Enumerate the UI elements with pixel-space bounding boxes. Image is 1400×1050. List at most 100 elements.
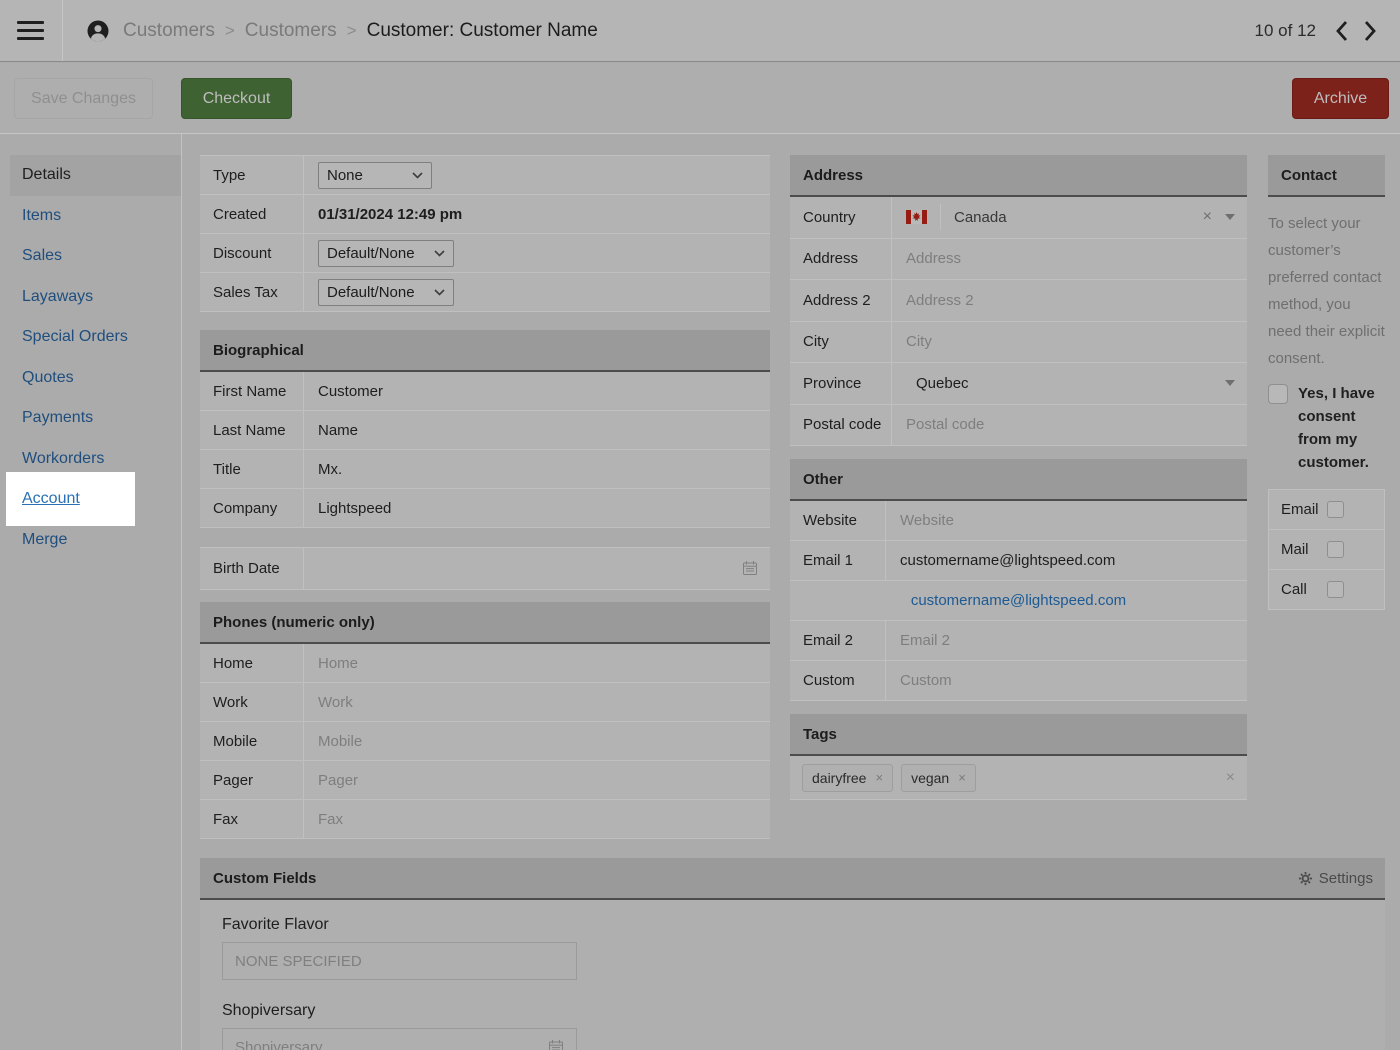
table-row-pager: Pager Pager [200,761,770,800]
email-2-label: Email 2 [790,621,886,660]
table-row-mobile: Mobile Mobile [200,722,770,761]
table-row-city: City City [790,322,1247,364]
email-link[interactable]: customername@lightspeed.com [911,592,1126,609]
phones-header: Phones (numeric only) [200,602,770,644]
table-row-email-1: Email 1 customername@lightspeed.com [790,541,1247,581]
action-bar: Save Changes Checkout Archive [0,63,1400,134]
sidebar-item-items[interactable]: Items [0,196,181,237]
tags-section: Tags dairyfree × vegan × × [790,714,1247,800]
birth-date-field[interactable] [304,560,770,576]
province-label: Province [790,363,892,404]
table-row-created: Created 01/31/2024 12:49 pm [200,195,770,234]
sidebar-item-details[interactable]: Details [10,155,181,196]
topbar-divider [62,0,63,61]
checkout-button[interactable]: Checkout [181,78,292,119]
last-name-field[interactable]: Name [304,422,770,439]
breadcrumb-customers[interactable]: Customers [123,20,215,42]
contact-methods-table: Email Mail Call [1268,489,1385,610]
breadcrumb-separator: > [225,21,235,41]
breadcrumb-current: Customer: Customer Name [367,20,598,42]
type-select[interactable]: None [318,162,432,189]
work-label: Work [200,683,304,721]
email-1-field[interactable]: customername@lightspeed.com [886,552,1247,569]
custom-fields-header: Custom Fields [213,870,316,887]
province-dropdown-icon[interactable] [1225,380,1235,386]
work-phone-field[interactable]: Work [304,694,770,711]
calendar-icon[interactable] [548,1039,564,1050]
other-header: Other [790,459,1247,501]
table-row-postal-code: Postal code Postal code [790,405,1247,447]
sidebar-item-special-orders[interactable]: Special Orders [0,317,181,358]
customer-avatar-icon [87,20,109,42]
archive-button[interactable]: Archive [1292,78,1389,119]
title-field[interactable]: Mx. [304,461,770,478]
custom-field[interactable]: Custom [886,672,1247,689]
sidebar-item-quotes[interactable]: Quotes [0,358,181,399]
sidebar-item-payments[interactable]: Payments [0,398,181,439]
remove-tag-icon[interactable]: × [875,770,883,785]
sidebar-item-layaways[interactable]: Layaways [0,277,181,318]
created-label: Created [200,195,304,233]
custom-fields-settings-button[interactable]: Settings [1298,870,1373,887]
chevron-down-icon [412,172,423,179]
calendar-icon[interactable] [742,560,758,576]
breadcrumb-customers-2[interactable]: Customers [245,20,337,42]
next-record-icon[interactable] [1360,19,1380,43]
sidebar-item-sales[interactable]: Sales [0,236,181,277]
table-row-mail-method: Mail [1269,530,1384,570]
menu-icon[interactable] [17,17,44,45]
table-row-discount: Discount Default/None [200,234,770,273]
call-method-label: Call [1269,581,1327,598]
table-row-birth-date: Birth Date [200,548,770,590]
discount-label: Discount [200,234,304,272]
website-field[interactable]: Website [886,512,1247,529]
home-phone-field[interactable]: Home [304,655,770,672]
address-2-field[interactable]: Address 2 [892,292,1247,309]
company-field[interactable]: Lightspeed [304,500,770,517]
remove-tag-icon[interactable]: × [958,770,966,785]
biographical-header: Biographical [200,330,770,372]
table-row-call-method: Call [1269,570,1384,610]
discount-select[interactable]: Default/None [318,240,454,267]
country-dropdown-icon[interactable] [1225,214,1235,220]
tags-header: Tags [790,714,1247,756]
custom-fields-body: Favorite Flavor NONE SPECIFIED Shopivers… [200,900,1385,1050]
sales-tax-select[interactable]: Default/None [318,279,454,306]
sidebar-nav: Details Items Sales Layaways Special Ord… [0,134,182,1050]
postal-code-field[interactable]: Postal code [892,416,1247,433]
fax-phone-field[interactable]: Fax [304,811,770,828]
shopiversary-field[interactable]: Shopiversary [222,1028,577,1050]
clear-country-icon[interactable]: × [1203,208,1212,226]
sidebar-item-account[interactable]: Account [0,479,181,520]
province-select[interactable]: Quebec [892,375,1247,392]
email-method-checkbox[interactable] [1327,501,1344,518]
country-select[interactable]: Canada × [892,204,1247,230]
account-highlight-label[interactable]: Account [22,490,80,508]
call-method-checkbox[interactable] [1327,581,1344,598]
table-row-first-name: First Name Customer [200,372,770,411]
table-row-sales-tax: Sales Tax Default/None [200,273,770,312]
address-field[interactable]: Address [892,250,1247,267]
fax-label: Fax [200,800,304,838]
pager-phone-field[interactable]: Pager [304,772,770,789]
tags-input[interactable]: dairyfree × vegan × × [790,756,1247,800]
record-pager: 10 of 12 [1255,19,1400,43]
custom-label: Custom [790,661,886,700]
favorite-flavor-field[interactable]: NONE SPECIFIED [222,942,577,980]
city-label: City [790,322,892,363]
consent-checkbox[interactable] [1268,384,1288,404]
city-field[interactable]: City [892,333,1247,350]
mail-method-checkbox[interactable] [1327,541,1344,558]
save-changes-button[interactable]: Save Changes [14,78,153,119]
type-label: Type [200,156,304,194]
email-2-field[interactable]: Email 2 [886,632,1247,649]
country-value: Canada [954,209,1203,226]
title-label: Title [200,450,304,488]
mobile-phone-field[interactable]: Mobile [304,733,770,750]
clear-tags-icon[interactable]: × [1226,769,1235,787]
table-row-last-name: Last Name Name [200,411,770,450]
previous-record-icon[interactable] [1332,19,1352,43]
postal-code-label: Postal code [790,405,892,446]
first-name-field[interactable]: Customer [304,383,770,400]
table-row-home: Home Home [200,644,770,683]
